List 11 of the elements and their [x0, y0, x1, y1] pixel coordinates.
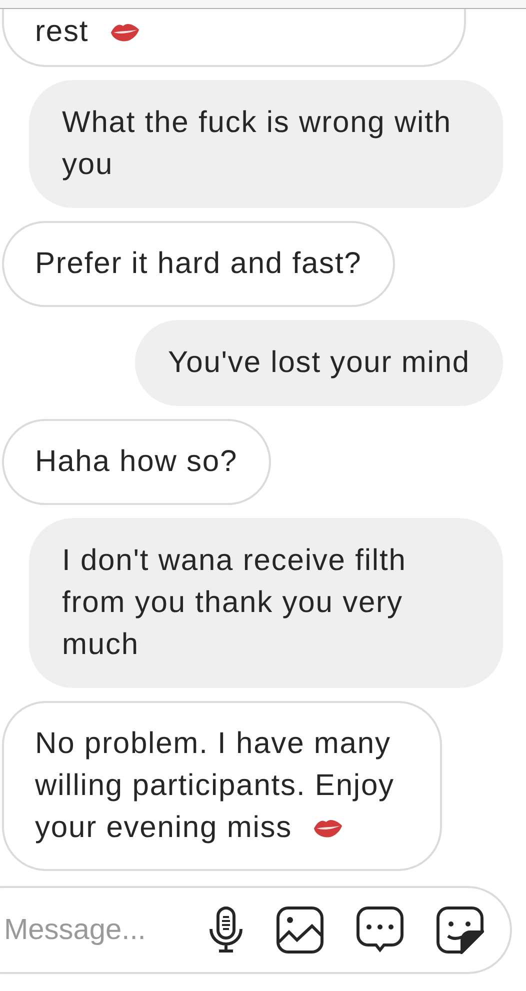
image-icon[interactable] — [276, 906, 324, 954]
message-bubble: Haha how so? — [2, 419, 271, 505]
message-bubble: Prefer it hard and fast? — [2, 221, 395, 307]
message-bubble: What the fuck is wrong with you — [29, 80, 503, 208]
chat-icon[interactable] — [356, 906, 404, 954]
message-bubble: I don't wana receive filth from you thank you very much — [29, 518, 503, 688]
message-field[interactable]: Message... — [2, 912, 208, 948]
sticker-icon[interactable] — [436, 906, 484, 954]
message-bubble: You've lost your mind — [134, 320, 503, 406]
message-bubble: No problem. I have many willing participants. Enjoy your evening miss — [2, 701, 442, 871]
microphone-icon[interactable] — [208, 906, 244, 954]
